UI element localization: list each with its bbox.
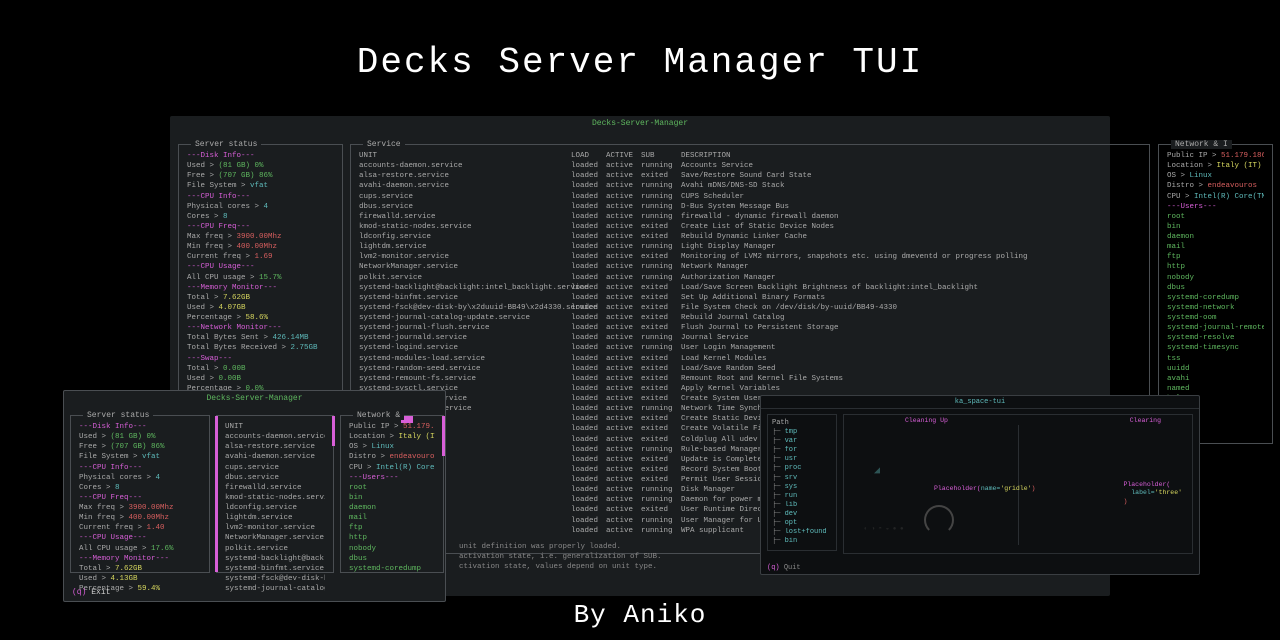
file-tree[interactable]: Path ├─ tmp├─ var├─ for├─ usr├─ proc├─ s… bbox=[767, 414, 837, 551]
tree-item[interactable]: ├─ var bbox=[772, 437, 832, 446]
tree-item[interactable]: ├─ run bbox=[772, 492, 832, 501]
service-row[interactable]: systemd-binfmt.serviceloadedactiveexited… bbox=[359, 293, 1141, 303]
tree-item[interactable]: ├─ srv bbox=[772, 474, 832, 483]
service-row[interactable]: systemd-fsck@dev-disk-by\x2duuid-BB49\x2… bbox=[359, 303, 1141, 313]
service-row[interactable]: NetworkManager.service bbox=[225, 533, 325, 543]
service-row[interactable]: systemd-remount-fs.serviceloadedactiveex… bbox=[359, 374, 1141, 384]
service-title: Service bbox=[363, 140, 405, 149]
tree-item[interactable]: ├─ proc bbox=[772, 464, 832, 473]
service-row[interactable]: firewalld.serviceloadedactiverunningfire… bbox=[359, 212, 1141, 222]
pane1-title: Cleaning Up bbox=[904, 416, 949, 425]
editor-terminal: ka_space-tui Path ├─ tmp├─ var├─ for├─ u… bbox=[760, 395, 1200, 575]
service-row[interactable]: dbus.service bbox=[225, 473, 325, 483]
service-row[interactable]: polkit.service bbox=[225, 544, 325, 554]
tree-item[interactable]: ├─ sys bbox=[772, 483, 832, 492]
service-row[interactable]: systemd-modules-load.serviceloadedactive… bbox=[359, 354, 1141, 364]
service-row[interactable]: polkit.serviceloadedactiverunningAuthori… bbox=[359, 273, 1141, 283]
tree-item[interactable]: ├─ usr bbox=[772, 455, 832, 464]
server-status-title: Server status bbox=[191, 140, 261, 149]
code-snippet-1: Placeholder(name='gridle') bbox=[934, 485, 1035, 493]
pane2-title: Clearing bbox=[1129, 416, 1162, 425]
service-row[interactable]: accounts-daemon.serviceloadedactiverunni… bbox=[359, 161, 1141, 171]
service-row[interactable]: systemd-backlight@backlig bbox=[225, 554, 325, 564]
service-row[interactable]: systemd-journal-catalog-update.servicelo… bbox=[359, 313, 1141, 323]
overlay-service-panel[interactable]: UNITaccounts-daemon.servicealsa-restore.… bbox=[216, 415, 334, 573]
service-row[interactable]: alsa-restore.service bbox=[225, 442, 325, 452]
quit-key[interactable]: (q) bbox=[72, 588, 86, 597]
service-row[interactable]: systemd-journal-flush.serviceloadedactiv… bbox=[359, 323, 1141, 333]
service-row[interactable]: systemd-backlight@backlight:intel_backli… bbox=[359, 283, 1141, 293]
service-row[interactable]: systemd-binfmt.service bbox=[225, 564, 325, 574]
overlay-network-panel: Network & Public IP > 51.179.186.164Loca… bbox=[340, 415, 444, 573]
footer-bar: (q) Exit bbox=[72, 588, 110, 597]
service-row[interactable]: firewalld.service bbox=[225, 483, 325, 493]
editor-pane: Cleaning Up Clearing Placeholder(name='g… bbox=[843, 414, 1193, 554]
service-row[interactable]: lightdm.service bbox=[225, 513, 325, 523]
service-row[interactable]: avahi-daemon.service bbox=[225, 452, 325, 462]
service-row[interactable]: alsa-restore.serviceloadedactiveexitedSa… bbox=[359, 171, 1141, 181]
code-snippet-2: Placeholder( label='three') bbox=[1123, 481, 1182, 506]
service-row[interactable]: avahi-daemon.serviceloadedactiverunningA… bbox=[359, 181, 1141, 191]
editor-quit-key[interactable]: (q) bbox=[767, 564, 780, 572]
service-row[interactable]: dbus.serviceloadedactiverunningD-Bus Sys… bbox=[359, 202, 1141, 212]
service-row[interactable]: lightdm.serviceloadedactiverunningLight … bbox=[359, 242, 1141, 252]
editor-quit-label: Quit bbox=[784, 564, 801, 572]
app-header: Decks-Server-Manager bbox=[170, 116, 1110, 131]
page-title: Decks Server Manager TUI bbox=[0, 0, 1280, 83]
tree-item[interactable]: ├─ lib bbox=[772, 501, 832, 510]
service-row[interactable]: systemd-logind.serviceloadedactiverunnin… bbox=[359, 343, 1141, 353]
service-row[interactable]: lvm2-monitor.service bbox=[225, 523, 325, 533]
service-row[interactable]: accounts-daemon.service bbox=[225, 432, 325, 442]
tree-item[interactable]: ├─ lost+found bbox=[772, 528, 832, 537]
service-row[interactable]: systemd-journal-catalog-u bbox=[225, 584, 325, 594]
overlay-net-title: Network & bbox=[353, 411, 404, 420]
quit-label: Exit bbox=[91, 588, 110, 597]
network-title: Network & I bbox=[1171, 140, 1232, 149]
service-row[interactable]: NetworkManager.serviceloadedactiverunnin… bbox=[359, 262, 1141, 272]
service-row[interactable]: lvm2-monitor.serviceloadedactiveexitedMo… bbox=[359, 252, 1141, 262]
service-row[interactable]: ldconfig.service bbox=[225, 503, 325, 513]
service-row[interactable]: systemd-sysctl.serviceloadedactiveexited… bbox=[359, 384, 1141, 394]
tree-item[interactable]: ├─ for bbox=[772, 446, 832, 455]
overlay-status-panel: Server status ---Disk Info---Used > (81 … bbox=[70, 415, 210, 573]
service-row[interactable]: ldconfig.serviceloadedactiveexitedRebuil… bbox=[359, 232, 1141, 242]
tree-header: Path bbox=[772, 419, 832, 428]
editor-title: ka_space-tui bbox=[761, 396, 1199, 409]
tree-item[interactable]: ├─ bin bbox=[772, 537, 832, 546]
service-row[interactable]: kmod-static-nodes.service bbox=[225, 493, 325, 503]
service-row[interactable]: cups.serviceloadedactiverunningCUPS Sche… bbox=[359, 192, 1141, 202]
service-row[interactable]: systemd-fsck@dev-disk-by\ bbox=[225, 574, 325, 584]
tree-item[interactable]: ├─ dev bbox=[772, 510, 832, 519]
tree-item[interactable]: ├─ opt bbox=[772, 519, 832, 528]
service-row[interactable]: cups.service bbox=[225, 463, 325, 473]
overlay-terminal: Decks-Server-Manager Server status ---Di… bbox=[63, 390, 446, 602]
service-row[interactable]: systemd-journald.serviceloadedactiverunn… bbox=[359, 333, 1141, 343]
editor-footer: (q) Quit bbox=[767, 564, 801, 572]
byline: By Aniko bbox=[0, 600, 1280, 630]
overlay-header: Decks-Server-Manager bbox=[64, 391, 445, 406]
tree-item[interactable]: ├─ tmp bbox=[772, 428, 832, 437]
service-row[interactable]: kmod-static-nodes.serviceloadedactiveexi… bbox=[359, 222, 1141, 232]
service-row[interactable]: systemd-random-seed.serviceloadedactivee… bbox=[359, 364, 1141, 374]
overlay-status-title: Server status bbox=[83, 411, 153, 420]
